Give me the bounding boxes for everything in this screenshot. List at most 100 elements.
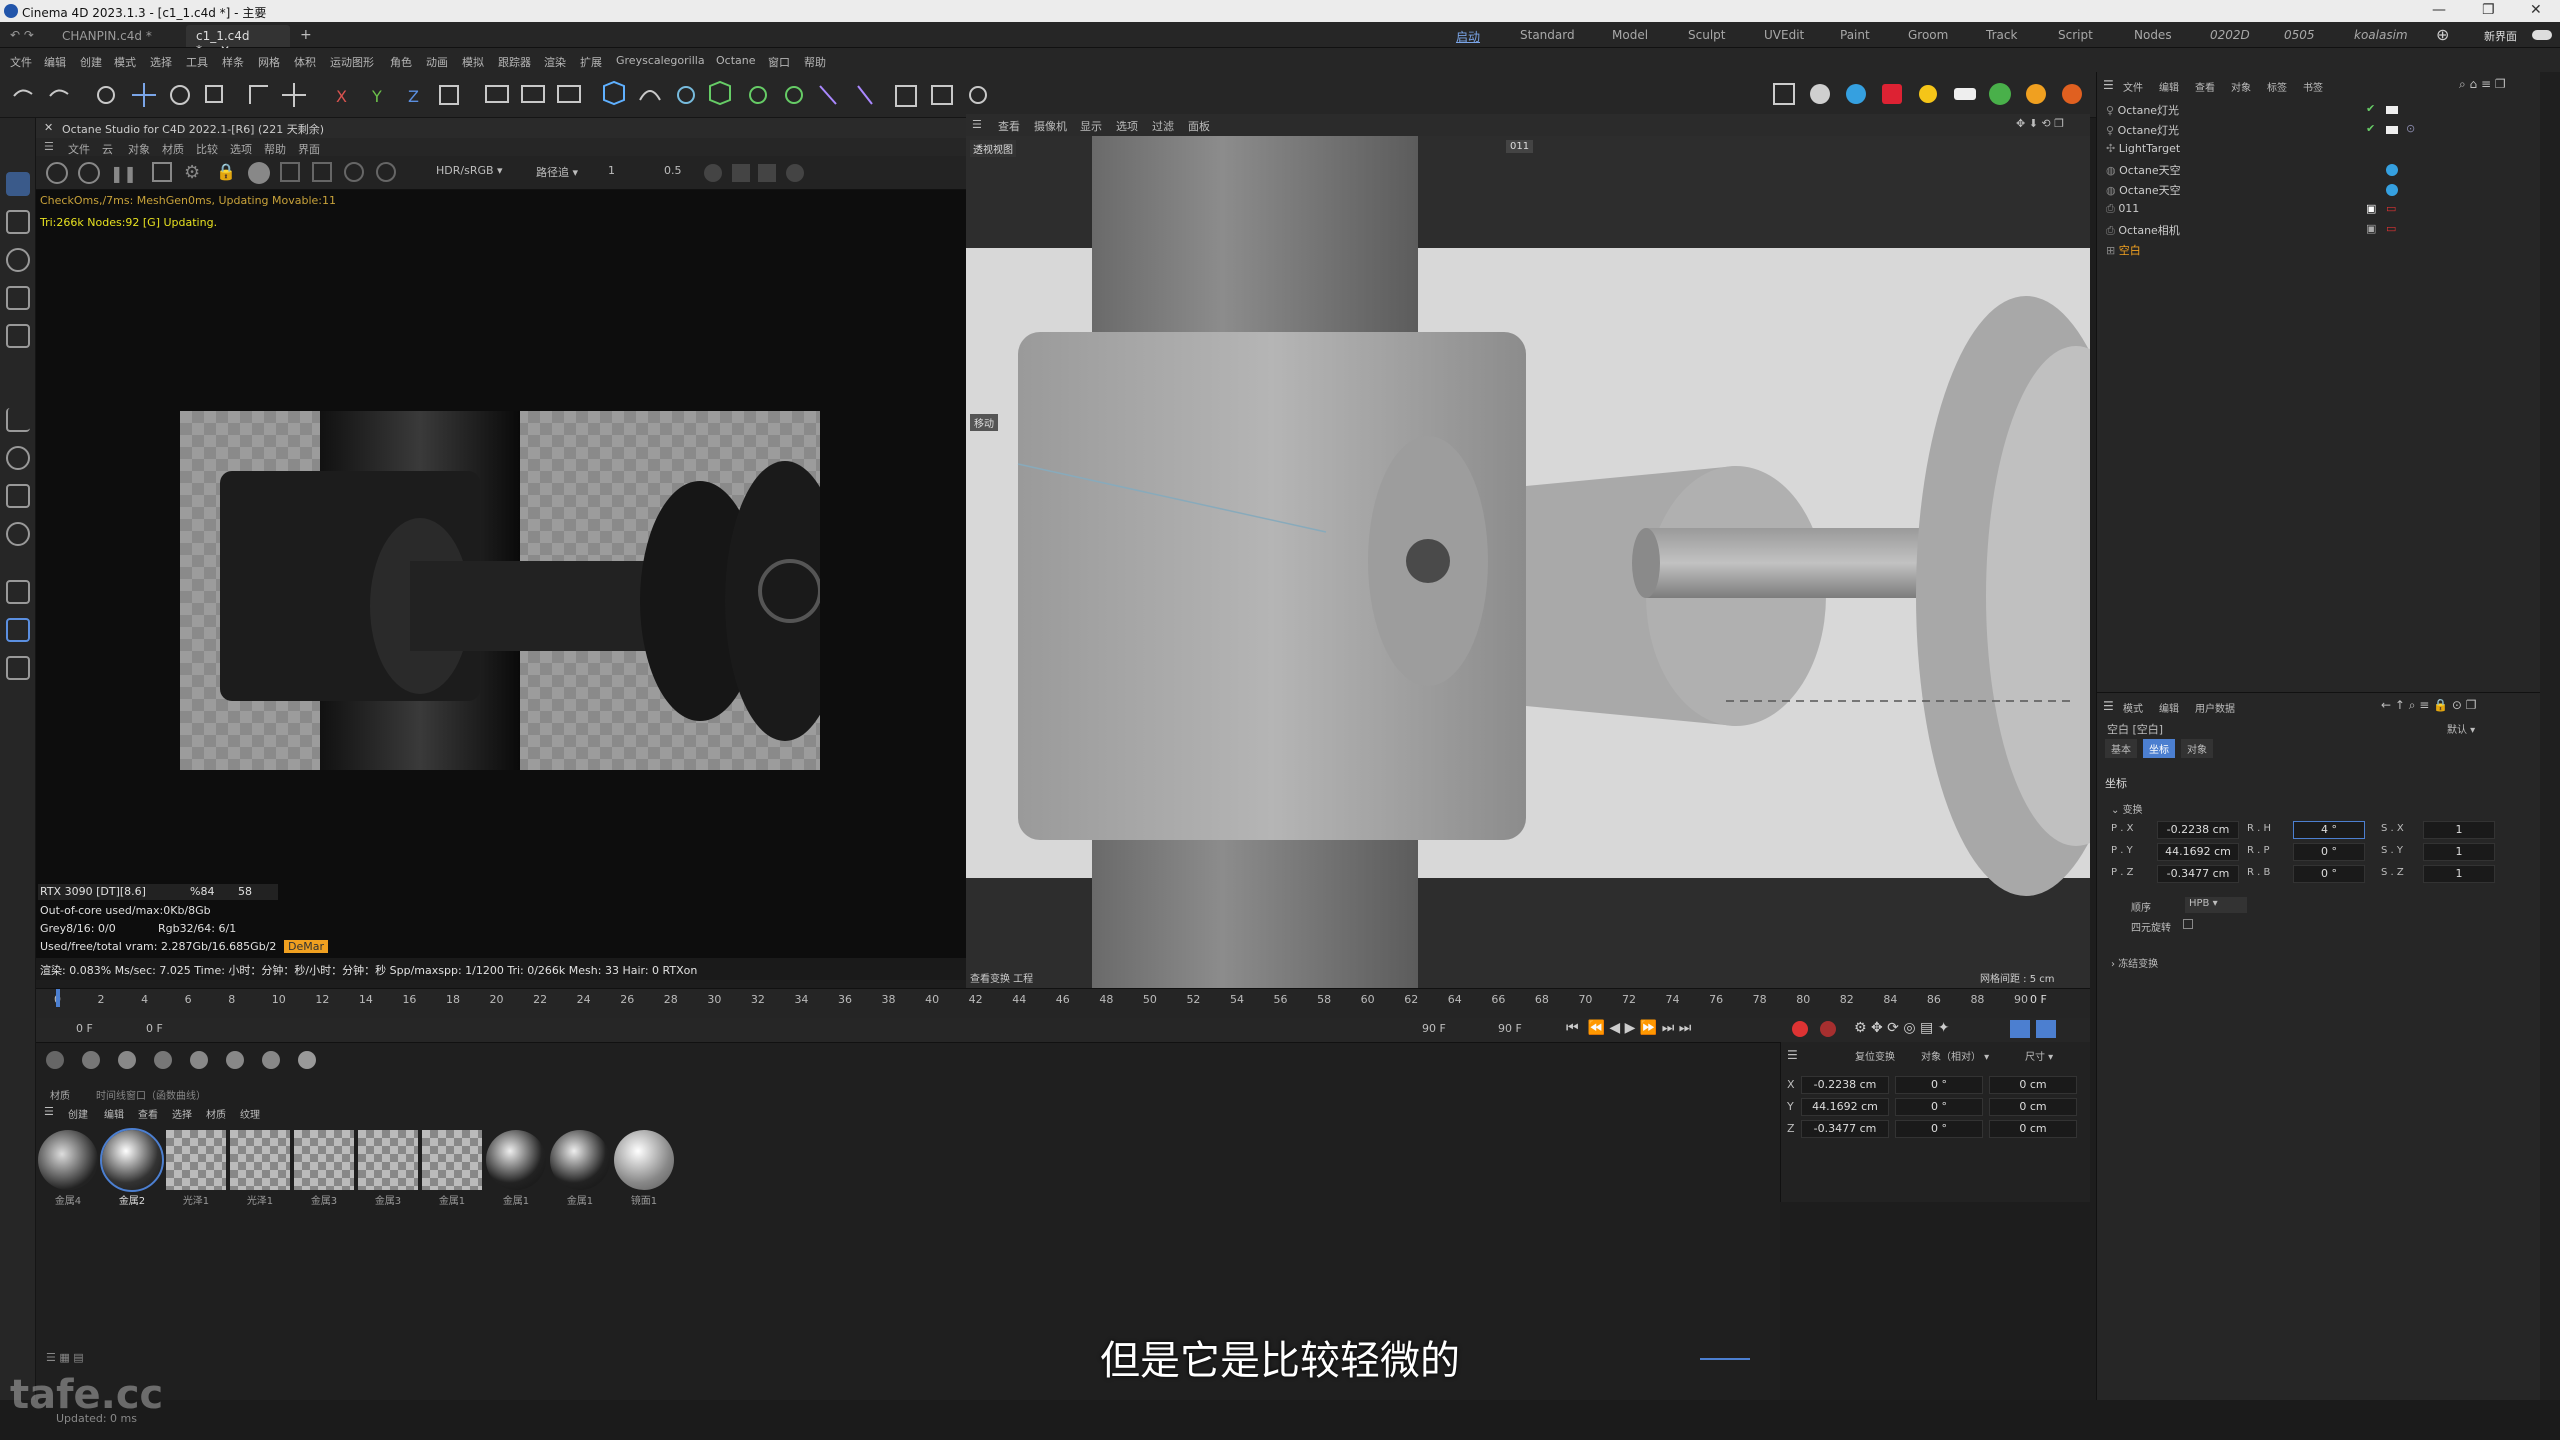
material-swatch[interactable] [550, 1130, 610, 1190]
attr-preset-select[interactable]: 默认 ▾ [2447, 721, 2527, 736]
octane-menu-options[interactable]: 选项 [230, 141, 252, 157]
polygon-mode-icon[interactable] [6, 324, 30, 348]
coord-size-z[interactable]: 0 cm [1989, 1120, 2077, 1138]
octane-pause-icon[interactable]: ❚❚ [110, 164, 137, 183]
octane-env-tag-icon[interactable] [2386, 184, 2398, 196]
vp-navigate-icons[interactable]: ✥ ⬇ ⟲ ❐ [2016, 117, 2064, 130]
menu-help[interactable]: 帮助 [804, 54, 826, 70]
layout-tab-groom[interactable]: Groom [1908, 28, 1948, 42]
octane-snapshot-icon[interactable] [758, 164, 776, 182]
octane-pick-material-icon[interactable] [312, 162, 332, 182]
grid-snap-icon[interactable] [6, 580, 30, 604]
attr-field-rh[interactable]: 4 ° [2293, 821, 2365, 839]
octane-menu-interface[interactable]: 界面 [298, 141, 320, 157]
layout-tab-paint[interactable]: Paint [1840, 28, 1870, 42]
material-swatch[interactable] [358, 1130, 418, 1190]
mat-menu-view[interactable]: 查看 [138, 1106, 158, 1121]
coord-rot-x[interactable]: 0 ° [1895, 1076, 1983, 1094]
menu-character[interactable]: 角色 [390, 54, 412, 70]
undo-history-icon[interactable]: ↶ ↷ [10, 28, 34, 42]
layout-tab-startup[interactable]: 启动 [1456, 28, 1480, 45]
magnet-icon[interactable] [6, 522, 30, 546]
new-tab-icon[interactable]: + [300, 27, 312, 43]
viewport-menu-icon[interactable]: ☰ [972, 118, 982, 131]
end-frame-a[interactable]: 90 F [1422, 1022, 1446, 1035]
object-row[interactable]: ◍ Octane天空 [2106, 162, 2398, 182]
octane-lock-icon[interactable]: 🔒 [216, 162, 236, 181]
vp-menu-view[interactable]: 查看 [998, 118, 1020, 134]
coord-rot-y[interactable]: 0 ° [1895, 1098, 1983, 1116]
add-layout-icon[interactable]: ⊕ [2436, 25, 2449, 44]
mat-tool-1-icon[interactable] [46, 1051, 64, 1069]
objmgr-menu-icon[interactable]: ☰ [2103, 78, 2114, 92]
object-row[interactable]: ⎙ Octane相机 ▣ ▭ [2106, 222, 2396, 242]
material-swatch[interactable] [166, 1130, 226, 1190]
octane-restart-icon[interactable] [78, 162, 100, 184]
mat-menu-icon[interactable]: ☰ [44, 1105, 54, 1118]
octane-close-icon[interactable]: ✕ [44, 121, 53, 134]
coord-pos-z[interactable]: -0.3477 cm [1801, 1120, 1889, 1138]
layout-tab-0202d[interactable]: 0202D [2210, 28, 2250, 42]
visibility-check-icon[interactable]: ✔ [2366, 102, 2375, 115]
axis-mode-icon[interactable] [6, 408, 30, 432]
mat-tool-8-icon[interactable] [298, 1051, 316, 1069]
freeze-transform-toggle[interactable]: › 冻结变换 [2111, 955, 2158, 970]
record-icon[interactable] [1792, 1021, 1808, 1037]
size-mode-select[interactable]: 尺寸 ▾ [2025, 1048, 2053, 1063]
start-frame[interactable]: 0 F [76, 1022, 93, 1035]
protection-tag-icon[interactable]: ▣ [2366, 202, 2376, 215]
layout-tab-script[interactable]: Script [2058, 28, 2093, 42]
minimize-icon[interactable]: — [2432, 2, 2446, 18]
workplane-icon[interactable] [6, 484, 30, 508]
octane-clay-icon[interactable] [704, 164, 722, 182]
reset-transform-button[interactable]: 复位变换 [1855, 1048, 1895, 1063]
workplane-lock-icon[interactable] [6, 618, 30, 642]
material-swatch-selected[interactable] [100, 1128, 164, 1192]
material-swatch[interactable] [294, 1130, 354, 1190]
material-swatch[interactable] [614, 1130, 674, 1190]
menu-greyscalegorilla[interactable]: Greyscalegorilla [616, 54, 705, 67]
layout-tab-0505[interactable]: 0505 [2284, 28, 2315, 42]
layout-tab-track[interactable]: Track [1986, 28, 2017, 42]
timeline-ruler[interactable]: 0246810121416182022242628303234363840424… [54, 993, 2028, 1009]
octane-settings-icon[interactable]: ⚙ [184, 162, 200, 183]
menu-mograph[interactable]: 运动图形 [330, 54, 374, 70]
octane-menu-objects[interactable]: 对象 [128, 141, 150, 157]
vp-menu-panel[interactable]: 面板 [1188, 118, 1210, 134]
om-menu-bookmarks[interactable]: 书签 [2303, 79, 2323, 94]
attr-tab-object[interactable]: 对象 [2181, 739, 2213, 758]
attr-menu-edit[interactable]: 编辑 [2159, 700, 2179, 715]
maximize-icon[interactable]: ❐ [2482, 2, 2495, 18]
menu-create[interactable]: 创建 [80, 54, 102, 70]
edge-mode-icon[interactable] [6, 286, 30, 310]
coord-pos-y[interactable]: 44.1692 cm [1801, 1098, 1889, 1116]
octane-camera-tag-icon[interactable]: ▭ [2386, 222, 2396, 235]
menu-mesh[interactable]: 网格 [258, 54, 280, 70]
attr-field-sx[interactable]: 1 [2423, 821, 2495, 839]
vp-menu-display[interactable]: 显示 [1080, 118, 1102, 134]
layout-tab-uvedit[interactable]: UVEdit [1764, 28, 1804, 42]
octane-env-tag-icon[interactable] [2386, 164, 2398, 176]
attr-field-pz[interactable]: -0.3477 cm [2157, 865, 2239, 883]
3d-viewport[interactable]: 透视视图 011 移动 查看变换 工程 网格间距 : 5 cm [966, 136, 2090, 988]
octane-menu-help[interactable]: 帮助 [264, 141, 286, 157]
playhead-marker[interactable] [56, 989, 60, 1007]
om-search-icons[interactable]: ⌕ ⌂ ≡ ❐ [2459, 77, 2506, 92]
om-menu-file[interactable]: 文件 [2123, 79, 2143, 94]
end-frame-b[interactable]: 90 F [1498, 1022, 1522, 1035]
coord-rot-z[interactable]: 0 ° [1895, 1120, 1983, 1138]
autokey-icon[interactable] [1820, 1021, 1836, 1037]
octane-filter-icon[interactable] [344, 162, 364, 182]
layout-tab-koalasim[interactable]: koalasim [2354, 28, 2408, 42]
target-tag-icon[interactable]: ⊙ [2406, 122, 2415, 135]
object-row[interactable]: ◍ Octane天空 [2106, 182, 2398, 202]
object-row[interactable]: ♀ Octane灯光 ✔ ⊙ [2106, 122, 2415, 142]
current-frame[interactable]: 0 F [146, 1022, 163, 1035]
menu-file[interactable]: 文件 [10, 54, 32, 70]
menu-tracker[interactable]: 跟踪器 [498, 54, 531, 70]
menu-extensions[interactable]: 扩展 [580, 54, 602, 70]
menu-octane[interactable]: Octane [716, 54, 756, 67]
menu-mode[interactable]: 模式 [114, 54, 136, 70]
mat-tab-timeline[interactable]: 时间线窗口（函数曲线） [96, 1087, 206, 1102]
octane-menu-cloud[interactable]: 云 [102, 141, 113, 157]
